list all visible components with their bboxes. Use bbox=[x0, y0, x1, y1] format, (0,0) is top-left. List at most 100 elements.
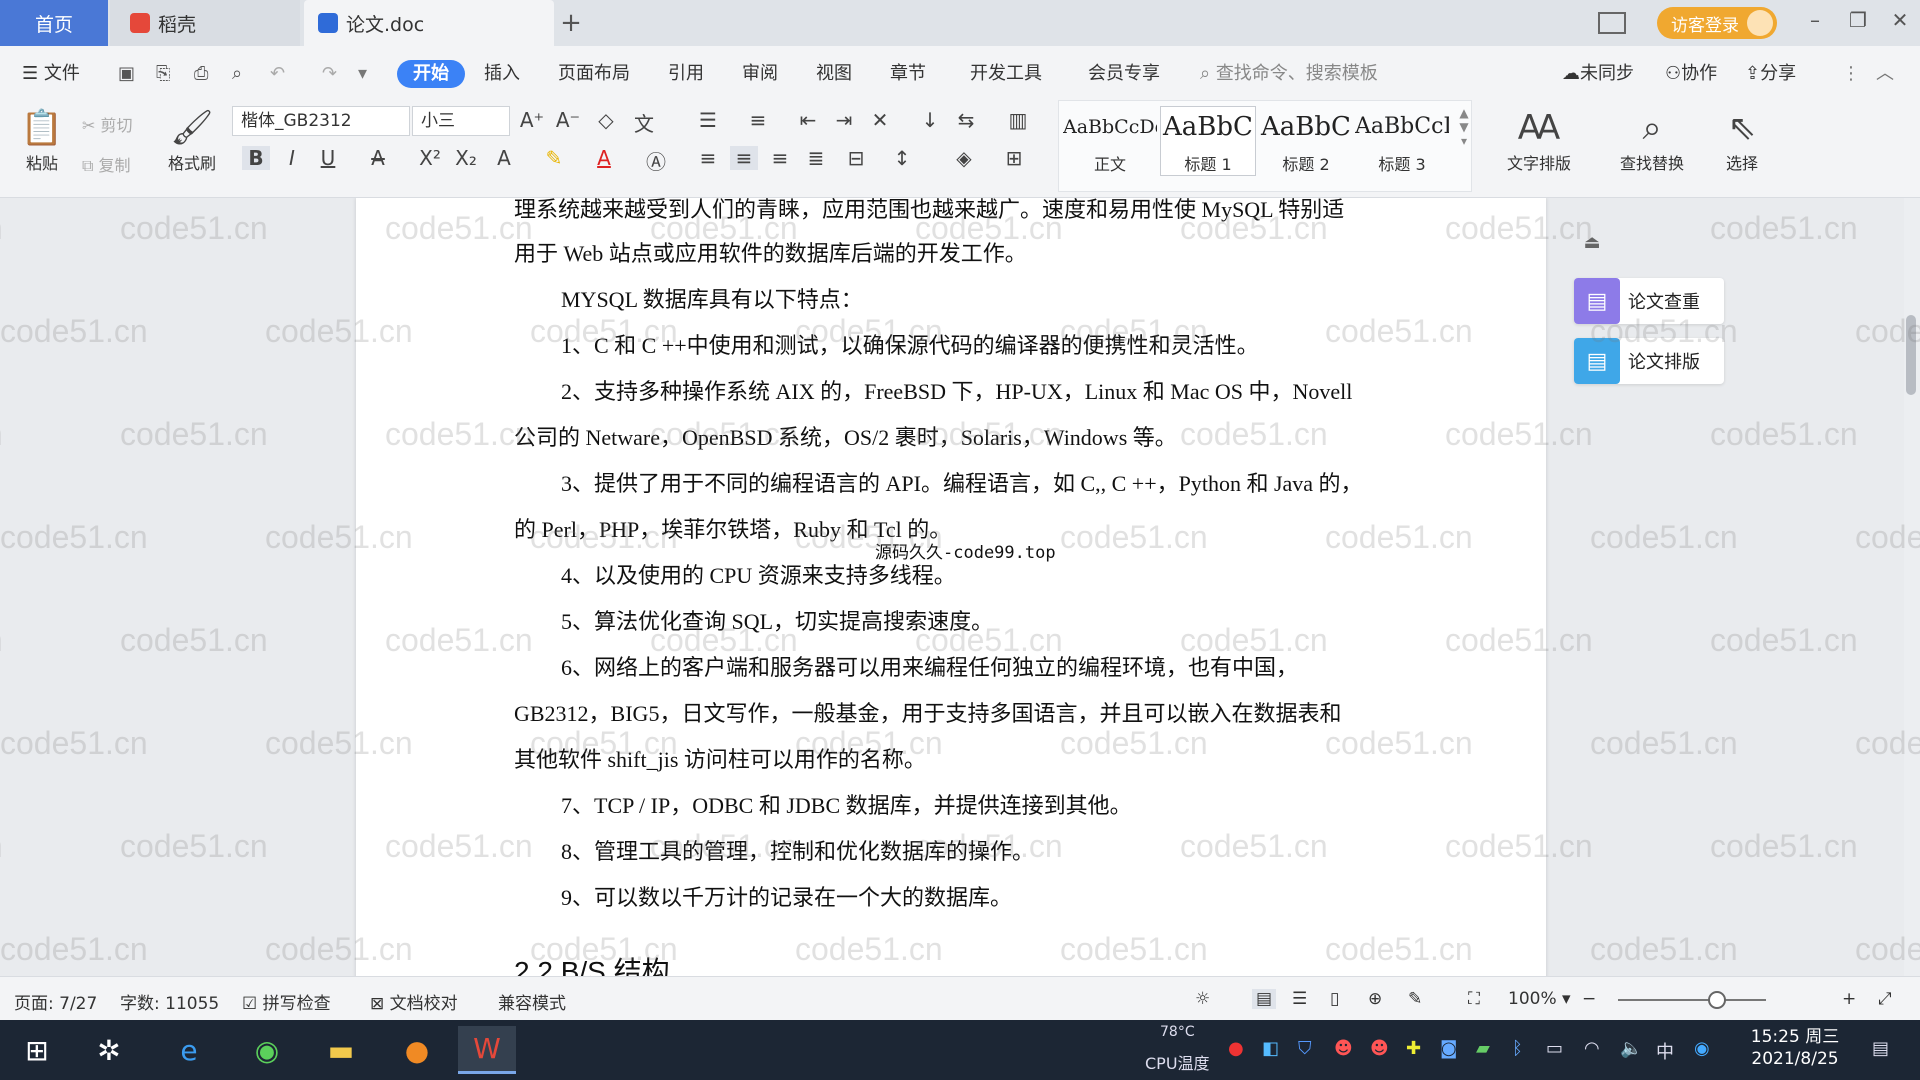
font-color-icon[interactable]: A bbox=[590, 146, 618, 170]
menu-layout[interactable]: 页面布局 bbox=[558, 60, 630, 88]
grow-font-icon[interactable]: A⁺ bbox=[518, 108, 546, 132]
pinned-app-icon[interactable]: ✲ bbox=[80, 1026, 138, 1074]
zoom-level[interactable]: 100% ▾ bbox=[1508, 989, 1571, 1009]
borders-icon[interactable]: ⊞ bbox=[1000, 146, 1028, 170]
pinyin-icon[interactable]: 文 bbox=[630, 108, 658, 137]
style-heading3[interactable]: AaBbCcI 标题 3 bbox=[1354, 106, 1450, 176]
ruler-icon[interactable]: ▥ bbox=[1004, 108, 1032, 132]
clear-format-icon[interactable]: ◇ bbox=[592, 108, 620, 132]
align-center-icon[interactable]: ≡ bbox=[730, 146, 758, 170]
paste-button[interactable]: 📋 粘贴 bbox=[14, 106, 70, 174]
paper-check-button[interactable]: ▤ 论文查重 bbox=[1574, 278, 1724, 324]
text-layout-button[interactable]: Ꜳ 文字排版 bbox=[1494, 106, 1584, 174]
bold-icon[interactable]: B bbox=[242, 146, 270, 170]
menu-file[interactable]: ☰ 文件 bbox=[22, 60, 80, 88]
zoom-out-icon[interactable]: − bbox=[1582, 989, 1596, 1009]
output-icon[interactable]: ⎘ bbox=[156, 60, 170, 88]
share-button[interactable]: ⇪分享 bbox=[1745, 60, 1796, 88]
tray-plus-icon[interactable]: ✚ bbox=[1406, 1038, 1421, 1059]
line-spacing-icon[interactable]: ↕ bbox=[888, 146, 916, 170]
bluetooth-icon[interactable]: ᛒ bbox=[1512, 1038, 1523, 1059]
eye-protect-icon[interactable]: ☼ bbox=[1195, 989, 1210, 1009]
tray-app-icon-2[interactable]: ◙ bbox=[1440, 1038, 1457, 1059]
highlight-icon[interactable]: ✎ bbox=[540, 146, 568, 170]
fullscreen-icon[interactable]: ⤢ bbox=[1878, 989, 1892, 1009]
proofread-button[interactable]: ⊠ 文档校对 bbox=[370, 989, 458, 1014]
zoom-slider[interactable] bbox=[1618, 999, 1766, 1001]
italic-icon[interactable]: I bbox=[278, 146, 306, 170]
char-border-icon[interactable]: Ⓐ bbox=[642, 146, 670, 175]
browser-360-icon[interactable]: ◉ bbox=[238, 1026, 296, 1074]
strikethrough-icon[interactable]: A bbox=[364, 146, 392, 170]
system-clock[interactable]: 15:25 周三 2021/8/25 bbox=[1745, 1026, 1845, 1070]
print-icon[interactable]: ⎙ bbox=[194, 60, 208, 88]
collab-button[interactable]: ⚇协作 bbox=[1665, 60, 1717, 88]
shrink-font-icon[interactable]: A⁻ bbox=[554, 108, 582, 132]
document-page[interactable]: 理系统越来越受到人们的青睐，应用范围也越来越广。速度和易用性使 MySQL 特别… bbox=[356, 198, 1546, 976]
file-explorer-icon[interactable]: ▬ bbox=[312, 1026, 370, 1074]
style-normal[interactable]: AaBbCcDd 正文 bbox=[1062, 106, 1158, 176]
collapse-ribbon-icon[interactable]: ︿ bbox=[1876, 60, 1894, 88]
write-mode-icon[interactable]: ✎ bbox=[1408, 989, 1422, 1009]
decrease-indent-icon[interactable]: ⇤ bbox=[794, 108, 822, 132]
subscript-icon[interactable]: X₂ bbox=[452, 146, 480, 170]
zoom-slider-handle[interactable] bbox=[1708, 991, 1726, 1009]
font-size-select[interactable]: 小三 bbox=[412, 106, 510, 136]
increase-indent-icon[interactable]: ⇥ bbox=[830, 108, 858, 132]
copy-button[interactable]: ⧉ 复制 bbox=[82, 152, 131, 176]
underline-icon[interactable]: U bbox=[314, 146, 342, 170]
show-marks-icon[interactable]: ⇆ bbox=[952, 108, 980, 132]
select-button[interactable]: ⇖ 选择 bbox=[1712, 106, 1772, 174]
text-effect-icon[interactable]: A bbox=[490, 146, 518, 170]
tray-app-icon[interactable]: ● bbox=[1228, 1038, 1244, 1059]
qq-icon[interactable]: ☻ bbox=[1334, 1038, 1353, 1059]
redo-icon[interactable]: ↷ bbox=[322, 60, 337, 88]
font-name-select[interactable]: 楷体_GB2312 bbox=[232, 106, 410, 136]
menu-chapter[interactable]: 章节 bbox=[890, 60, 926, 88]
style-scroll-up-icon[interactable]: ▲ ▼ ▾ bbox=[1450, 106, 1478, 148]
menu-view[interactable]: 视图 bbox=[816, 60, 852, 88]
notification-icon[interactable]: ▤ bbox=[1872, 1038, 1889, 1059]
media-app-icon[interactable]: ● bbox=[388, 1026, 446, 1074]
panel-collapse-icon[interactable]: ⏏ bbox=[1578, 232, 1606, 260]
cut-button[interactable]: ✂ 剪切 bbox=[82, 112, 133, 136]
fit-page-icon[interactable]: ⛶ bbox=[1468, 989, 1480, 1009]
align-left-icon[interactable]: ≡ bbox=[694, 146, 722, 170]
distributed-icon[interactable]: ⊟ bbox=[842, 146, 870, 170]
print-preview-icon[interactable]: ⌕ bbox=[232, 60, 242, 88]
outline-view-icon[interactable]: ☰ bbox=[1292, 989, 1307, 1009]
style-heading2[interactable]: AaBbC 标题 2 bbox=[1258, 106, 1354, 176]
find-replace-button[interactable]: ⌕ 查找替换 bbox=[1604, 106, 1700, 174]
menu-review[interactable]: 审阅 bbox=[742, 60, 778, 88]
shading-icon[interactable]: ◈ bbox=[950, 146, 978, 170]
ime-indicator[interactable]: 中 bbox=[1656, 1038, 1674, 1064]
layout-switch-icon[interactable] bbox=[1598, 12, 1626, 34]
tab-document[interactable]: 论文.doc bbox=[304, 0, 554, 46]
command-search[interactable]: ⌕ 查找命令、搜索模板 bbox=[1200, 60, 1378, 88]
menu-member[interactable]: 会员专享 bbox=[1088, 60, 1160, 88]
chevron-down-icon[interactable]: ▾ bbox=[358, 60, 367, 88]
format-painter-button[interactable]: 🖌 格式刷 bbox=[160, 106, 224, 174]
align-right-icon[interactable]: ≡ bbox=[766, 146, 794, 170]
bullet-list-icon[interactable]: ☰ bbox=[694, 108, 722, 132]
sort-icon[interactable]: ↓ bbox=[916, 108, 944, 132]
search-tray-icon[interactable]: ◉ bbox=[1694, 1038, 1710, 1059]
volume-icon[interactable]: 🔈 bbox=[1620, 1038, 1642, 1059]
qq-icon-2[interactable]: ☻ bbox=[1370, 1038, 1389, 1059]
paper-format-button[interactable]: ▤ 论文排版 bbox=[1574, 338, 1724, 384]
more-icon[interactable]: ⋮ bbox=[1842, 60, 1860, 88]
superscript-icon[interactable]: X² bbox=[416, 146, 444, 170]
chinese-layout-icon[interactable]: ✕ bbox=[866, 108, 894, 132]
close-icon[interactable]: ✕ bbox=[1885, 8, 1915, 32]
tab-daoke[interactable]: 稻壳 bbox=[110, 0, 300, 46]
tab-home[interactable]: 首页 bbox=[0, 0, 108, 46]
new-tab-button[interactable]: + bbox=[556, 0, 586, 46]
ie-browser-icon[interactable]: e bbox=[160, 1026, 218, 1074]
minimize-icon[interactable]: – bbox=[1800, 8, 1830, 32]
windows-start-icon[interactable]: ⊞ bbox=[8, 1026, 66, 1074]
wifi-icon[interactable]: ◠ bbox=[1584, 1038, 1600, 1059]
sync-status[interactable]: ☁未同步 bbox=[1562, 60, 1634, 88]
battery-icon[interactable]: ▭ bbox=[1546, 1038, 1563, 1059]
undo-icon[interactable]: ↶ bbox=[270, 60, 285, 88]
tray-network-app-icon[interactable]: ◧ bbox=[1262, 1038, 1279, 1059]
